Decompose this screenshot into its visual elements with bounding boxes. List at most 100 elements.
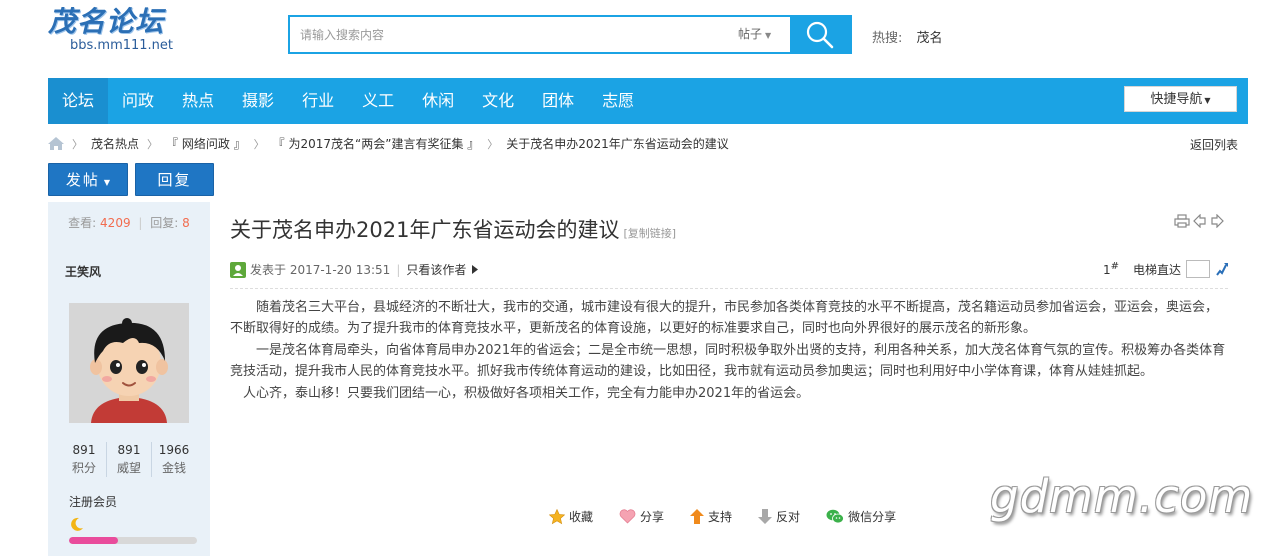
- breadcrumb-current: 关于茂名申办2021年广东省运动会的建议: [506, 137, 729, 151]
- floor-number-value: 1: [1102, 263, 1111, 277]
- caret-down-icon: ▼: [103, 178, 111, 187]
- favorite-button[interactable]: 收藏: [549, 508, 593, 525]
- support-button[interactable]: 支持: [690, 508, 732, 525]
- search-type-dropdown[interactable]: 帖子 ▼: [738, 17, 790, 52]
- author-score: 891 积分 891 威望 1966 金钱: [62, 442, 196, 477]
- wechat-icon: [826, 509, 844, 524]
- site-watermark: gdmm.com: [990, 470, 1254, 523]
- moon-icon: [71, 517, 83, 531]
- search-icon: [806, 21, 834, 48]
- author-name[interactable]: 王笑风: [65, 263, 101, 280]
- score-prestige[interactable]: 891 威望: [106, 442, 151, 477]
- nav-item-photo[interactable]: 摄影: [228, 78, 288, 124]
- thread-title-text: 关于茂名申办2021年广东省运动会的建议: [230, 218, 620, 242]
- floor-mark: #: [1110, 261, 1119, 272]
- post-paragraph: 人心齐，泰山移！只要我们团结一心，积极做好各项相关工作，完全有力能申办2021年…: [243, 385, 810, 401]
- search-type-label: 帖子: [738, 27, 763, 41]
- stats-divider: |: [138, 216, 143, 230]
- breadcrumb-separator: 〉: [487, 137, 499, 151]
- post-reactions: 收藏 分享 支持 反对 微信分享: [549, 508, 922, 525]
- wechat-share-label: 微信分享: [848, 510, 897, 524]
- logo-title: 茂名论坛: [48, 5, 165, 38]
- replies-label: 回复:: [150, 216, 179, 230]
- share-button[interactable]: 分享: [619, 508, 664, 525]
- author-panel: 查看: 4209 | 回复: 8 王笑风 891 积分 891 威望 1966 …: [48, 202, 210, 556]
- post-divider: [230, 288, 1228, 289]
- quick-nav-button[interactable]: 快捷导航 ▼: [1124, 86, 1237, 112]
- nav-item-hot[interactable]: 热点: [168, 78, 228, 124]
- share-label: 分享: [640, 510, 665, 524]
- online-status-icon: [230, 261, 246, 278]
- breadcrumb-separator: 〉: [72, 137, 83, 151]
- print-icon[interactable]: [1174, 214, 1190, 228]
- heart-icon: [619, 509, 636, 524]
- floor-jump-input[interactable]: [1186, 260, 1210, 278]
- triangle-right-icon: [472, 265, 479, 274]
- nav-item-industry[interactable]: 行业: [288, 78, 348, 124]
- only-author-link[interactable]: 只看该作者: [406, 261, 466, 278]
- nav-item-volunteer-work[interactable]: 义工: [348, 78, 408, 124]
- wechat-share-button[interactable]: 微信分享: [826, 508, 896, 525]
- user-group[interactable]: 注册会员: [69, 493, 117, 510]
- floor-number[interactable]: 1#: [1103, 261, 1119, 277]
- new-post-button[interactable]: 发帖 ▼: [48, 163, 128, 196]
- level-progress-fill: [69, 537, 118, 544]
- score-points[interactable]: 891 积分: [62, 442, 106, 477]
- nav-item-volunteer[interactable]: 志愿: [588, 78, 648, 124]
- thread-tools: [1174, 214, 1224, 228]
- thread-stats: 查看: 4209 | 回复: 8: [48, 214, 210, 231]
- nav-item-groups[interactable]: 团体: [528, 78, 588, 124]
- avatar-image: [69, 303, 189, 423]
- back-to-list-link[interactable]: 返回列表: [1190, 136, 1238, 153]
- search-button[interactable]: [790, 17, 850, 52]
- breadcrumb: 〉 茂名热点 〉 『 网络问政 』 〉 『 为2017茂名“两会”建言有奖征集 …: [48, 135, 729, 152]
- support-label: 支持: [708, 510, 733, 524]
- score-label: 威望: [116, 461, 141, 475]
- score-label: 金钱: [161, 461, 186, 475]
- reply-button[interactable]: 回复: [135, 163, 214, 196]
- score-money[interactable]: 1966 金钱: [151, 442, 196, 477]
- nav-item-forum[interactable]: 论坛: [48, 78, 109, 124]
- breadcrumb-separator: 〉: [147, 137, 159, 151]
- views-label: 查看:: [68, 216, 97, 230]
- arrow-up-icon: [690, 509, 705, 524]
- breadcrumb-separator: 〉: [253, 137, 265, 151]
- meta-divider: |: [396, 262, 401, 277]
- post-body: 随着茂名三大平台，县城经济的不断壮大，我市的交通，城市建设有很大的提升，市民参加…: [230, 297, 1226, 404]
- level-progress-bar: [69, 537, 197, 544]
- breadcrumb-item[interactable]: 『 网络问政 』: [166, 135, 246, 152]
- main-nav: 论坛 问政 热点 摄影 行业 义工 休闲 文化 团体 志愿 快捷导航 ▼: [48, 78, 1248, 124]
- score-label: 积分: [71, 461, 96, 475]
- arrow-down-icon: [758, 509, 773, 524]
- search-bar: 帖子▼: [288, 15, 852, 54]
- score-value: 891: [117, 443, 141, 457]
- avatar[interactable]: [69, 303, 189, 423]
- logo-url: bbs.mm111.net: [70, 38, 174, 53]
- floor-jump: 1# 电梯直达: [1103, 260, 1230, 278]
- score-value: 891: [72, 443, 96, 457]
- post-date: 发表于 2017-1-20 13:51: [250, 263, 391, 277]
- next-thread-icon[interactable]: [1210, 214, 1224, 228]
- caret-down-icon: ▼: [765, 31, 772, 40]
- nav-item-leisure[interactable]: 休闲: [408, 78, 468, 124]
- score-value: 1966: [158, 443, 190, 457]
- star-icon: [549, 508, 565, 524]
- hot-search: 热搜: 茂名: [872, 27, 943, 46]
- favorite-label: 收藏: [569, 510, 594, 524]
- quick-nav-label: 快捷导航: [1150, 92, 1203, 107]
- jump-go-icon[interactable]: [1214, 261, 1230, 277]
- nav-item-culture[interactable]: 文化: [468, 78, 528, 124]
- copy-link[interactable]: [复制链接]: [623, 227, 676, 240]
- hot-search-keyword[interactable]: 茂名: [917, 31, 943, 46]
- nav-item-wenzheng[interactable]: 问政: [108, 78, 168, 124]
- replies-count: 8: [182, 216, 190, 230]
- caret-down-icon: ▼: [1204, 96, 1211, 105]
- previous-thread-icon[interactable]: [1193, 214, 1207, 228]
- home-icon[interactable]: [48, 137, 64, 150]
- views-count: 4209: [100, 216, 131, 230]
- site-logo[interactable]: 茂名论坛 bbs.mm111.net: [48, 6, 188, 58]
- breadcrumb-item[interactable]: 『 为2017茂名“两会”建言有奖征集 』: [273, 135, 480, 152]
- breadcrumb-item[interactable]: 茂名热点: [91, 135, 139, 152]
- oppose-button[interactable]: 反对: [758, 508, 800, 525]
- search-input[interactable]: [290, 17, 738, 52]
